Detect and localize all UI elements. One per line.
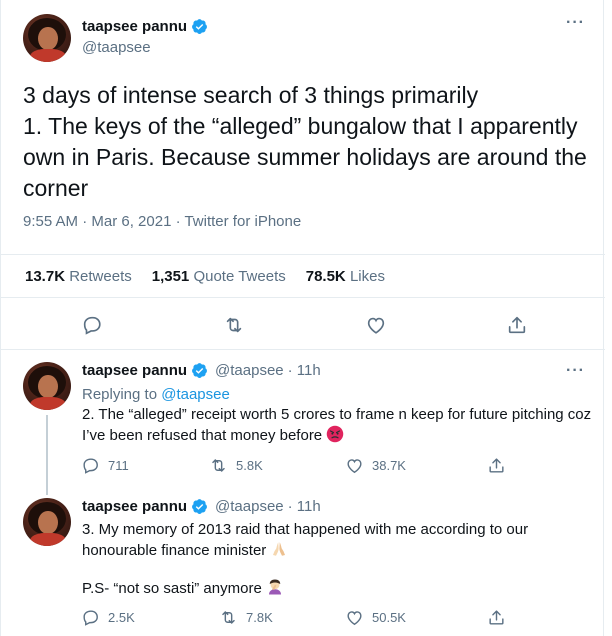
- reply-header: taapsee pannu @taapsee · 11h: [82, 362, 321, 379]
- verified-badge-icon: [192, 19, 207, 34]
- share-button[interactable]: [487, 608, 506, 627]
- more-options-icon[interactable]: ···: [566, 362, 585, 380]
- share-icon[interactable]: [506, 314, 528, 336]
- tweet-stats: 13.7K Retweets 1,351 Quote Tweets 78.5K …: [1, 254, 605, 298]
- person-facepalming-icon: [268, 579, 281, 595]
- author-name[interactable]: taapsee pannu: [82, 498, 187, 515]
- reply-text: 3. My memory of 2013 raid that happened …: [82, 521, 529, 559]
- tweet-thread-frame: taapsee pannu @taapsee ··· 3 days of int…: [0, 0, 605, 636]
- author-handle[interactable]: @taapsee: [215, 498, 284, 515]
- reply-icon[interactable]: [81, 314, 103, 336]
- reply-text: 2. The “alleged” receipt worth 5 crores …: [82, 406, 592, 444]
- retweet-button[interactable]: 7.8K: [219, 608, 273, 627]
- author-name[interactable]: taapsee pannu: [82, 18, 208, 35]
- like-button[interactable]: 38.7K: [345, 456, 406, 475]
- share-icon: [489, 458, 504, 473]
- reply-header: taapsee pannu @taapsee · 11h: [82, 498, 321, 515]
- avatar[interactable]: [23, 14, 71, 62]
- retweet-icon: [212, 459, 225, 472]
- author-name[interactable]: taapsee pannu: [82, 362, 187, 379]
- reply-tweet[interactable]: taapsee pannu @taapsee · 11h ··· Replyin…: [1, 350, 605, 490]
- more-options-icon[interactable]: ···: [566, 14, 585, 32]
- retweets-stat[interactable]: 13.7K Retweets: [25, 268, 132, 285]
- reply-time[interactable]: · 11h: [288, 498, 321, 515]
- likes-stat[interactable]: 78.5K Likes: [306, 268, 385, 285]
- reply-icon: [83, 610, 98, 626]
- avatar[interactable]: [23, 362, 71, 410]
- reply-tweet[interactable]: taapsee pannu @taapsee · 11h 3. My memor…: [1, 488, 605, 636]
- share-button[interactable]: [487, 456, 506, 475]
- reply-ps: P.S- “not so sasti” anymore: [82, 578, 594, 599]
- tweet-body: 3 days of intense search of 3 things pri…: [23, 80, 593, 204]
- folded-hands-icon: [273, 542, 286, 556]
- main-tweet: taapsee pannu @taapsee ··· 3 days of int…: [1, 0, 605, 350]
- verified-badge-icon: [192, 499, 207, 514]
- retweet-button[interactable]: 5.8K: [209, 456, 263, 475]
- like-icon: [347, 611, 362, 626]
- reply-time[interactable]: · 11h: [288, 362, 321, 379]
- reply-button[interactable]: 2.5K: [81, 608, 135, 627]
- retweet-icon[interactable]: [223, 314, 245, 336]
- angry-face-icon: [327, 425, 344, 443]
- author-handle[interactable]: @taapsee: [215, 362, 284, 379]
- like-icon: [347, 459, 362, 474]
- tweet-actions: [1, 300, 605, 350]
- quote-tweets-stat[interactable]: 1,351 Quote Tweets: [152, 268, 286, 285]
- reply-button[interactable]: 711: [81, 456, 129, 475]
- verified-badge-icon: [192, 363, 207, 378]
- tweet-body-line: 3 days of intense search of 3 things pri…: [23, 82, 479, 108]
- share-icon: [489, 610, 504, 625]
- tweet-body-line: 1. The keys of the “alleged” bungalow th…: [23, 113, 587, 201]
- tweet-timestamp[interactable]: 9:55 AM · Mar 6, 2021 · Twitter for iPho…: [23, 213, 301, 230]
- thread-connector: [46, 415, 48, 495]
- avatar[interactable]: [23, 498, 71, 546]
- author-handle[interactable]: @taapsee: [82, 39, 151, 56]
- like-button[interactable]: 50.5K: [345, 608, 406, 627]
- replying-to-handle[interactable]: @taapsee: [161, 386, 230, 403]
- retweet-icon: [222, 611, 235, 624]
- replying-to: Replying to @taapsee: [82, 386, 230, 403]
- like-icon[interactable]: [365, 314, 387, 336]
- reply-icon: [83, 458, 98, 474]
